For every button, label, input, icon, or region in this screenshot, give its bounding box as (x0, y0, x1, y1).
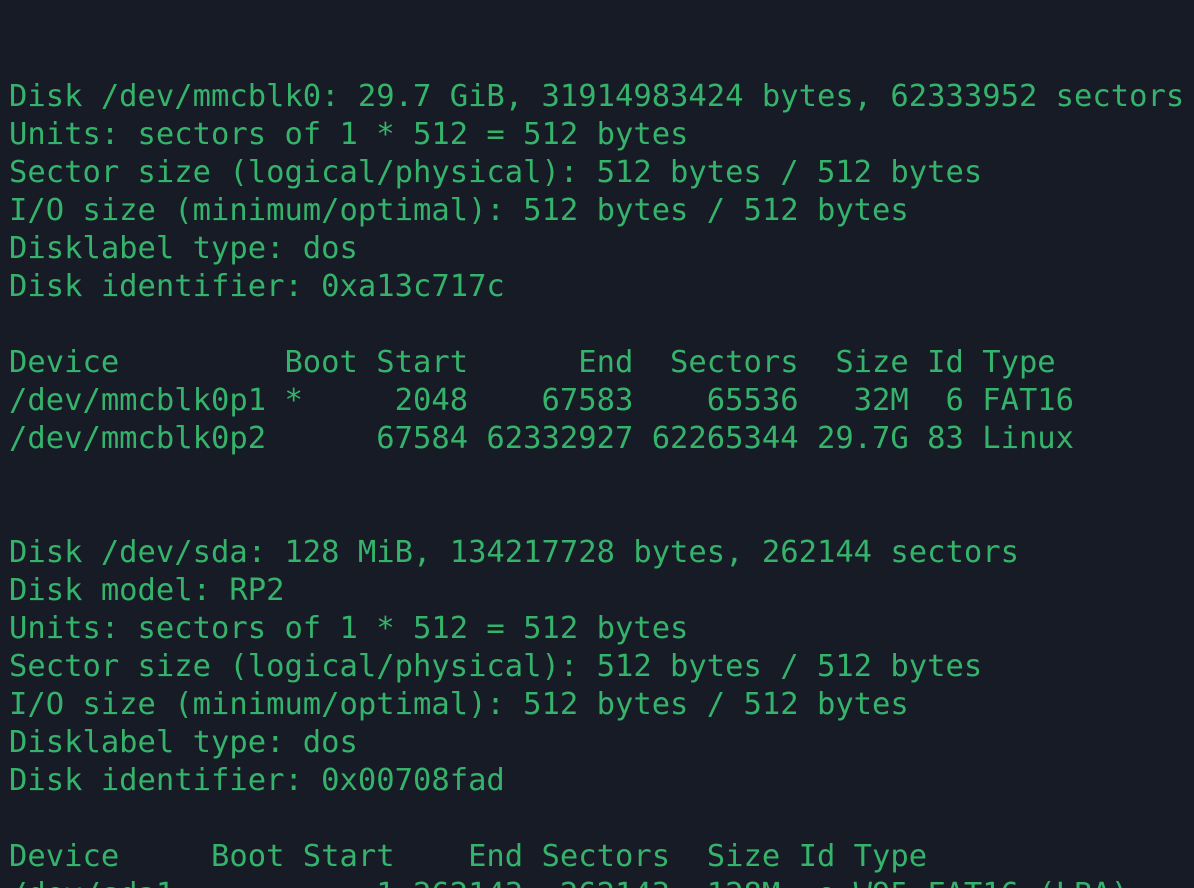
terminal-line: I/O size (minimum/optimal): 512 bytes / … (9, 687, 909, 722)
terminal-line: Device Boot Start End Sectors Size Id Ty… (9, 345, 1056, 380)
terminal-screen[interactable]: Disk /dev/mmcblk0: 29.7 GiB, 31914983424… (0, 0, 1194, 888)
terminal-line: Disklabel type: dos (9, 231, 358, 266)
terminal-line: Disk identifier: 0x00708fad (9, 763, 505, 798)
terminal-line: /dev/mmcblk0p1 * 2048 67583 65536 32M 6 … (9, 383, 1075, 418)
terminal-line: /dev/sda1 1 262143 262143 128M e W95 FAT… (9, 876, 1194, 888)
terminal-line: Disk model: RP2 (9, 573, 285, 608)
terminal-line: Units: sectors of 1 * 512 = 512 bytes (9, 117, 689, 152)
terminal-line: Disk identifier: 0xa13c717c (9, 269, 505, 304)
terminal-line: Disk /dev/sda: 128 MiB, 134217728 bytes,… (9, 535, 1019, 570)
terminal-line: Units: sectors of 1 * 512 = 512 bytes (9, 611, 689, 646)
terminal-output: Disk /dev/mmcblk0: 29.7 GiB, 31914983424… (9, 78, 1194, 888)
terminal-line: /dev/mmcblk0p2 67584 62332927 62265344 2… (9, 421, 1075, 456)
terminal-line: Disk /dev/mmcblk0: 29.7 GiB, 31914983424… (9, 79, 1185, 114)
terminal-line: Disklabel type: dos (9, 725, 358, 760)
terminal-line: I/O size (minimum/optimal): 512 bytes / … (9, 193, 909, 228)
terminal-line: Sector size (logical/physical): 512 byte… (9, 649, 983, 684)
terminal-line: Device Boot Start End Sectors Size Id Ty… (9, 839, 928, 874)
terminal-line: Sector size (logical/physical): 512 byte… (9, 155, 983, 190)
